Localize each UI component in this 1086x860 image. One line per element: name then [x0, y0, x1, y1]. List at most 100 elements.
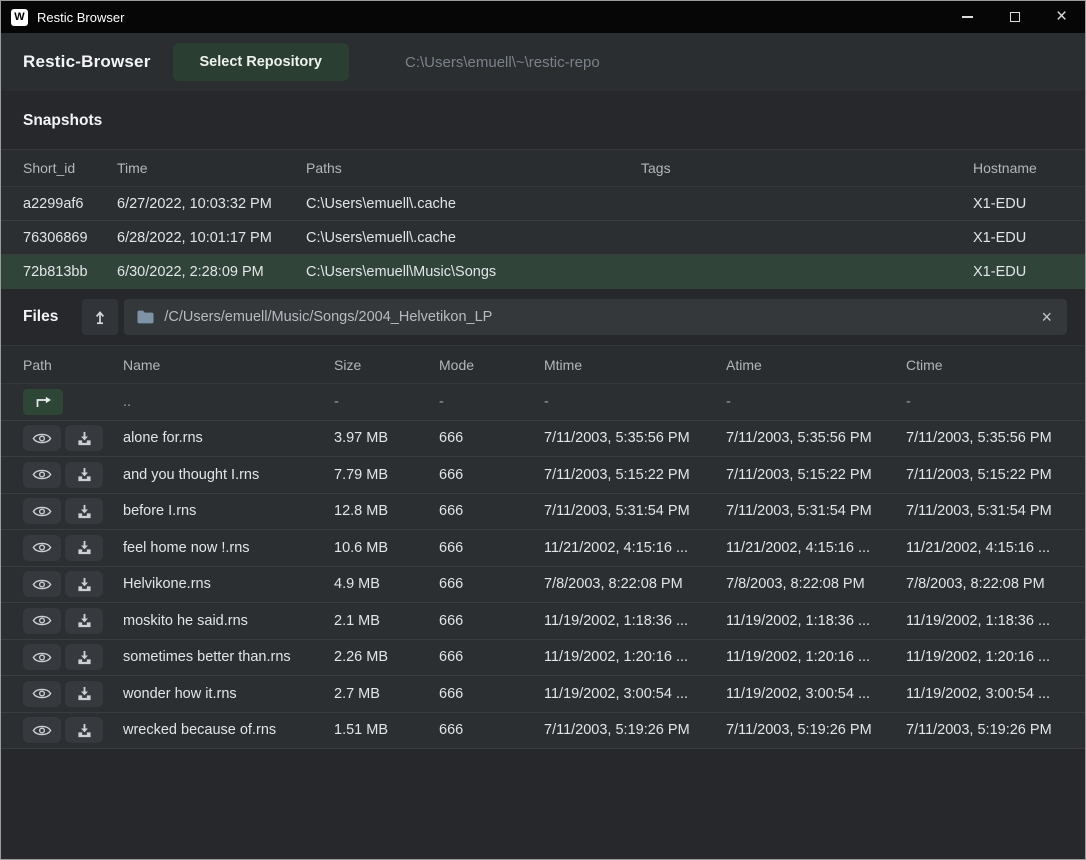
clear-path-button[interactable]: × — [1039, 308, 1054, 326]
file-row[interactable]: feel home now !.rns10.6 MB66611/21/2002,… — [1, 530, 1085, 567]
file-mtime: 11/19/2002, 3:00:54 ... — [544, 686, 726, 702]
preview-file-button[interactable] — [23, 608, 61, 634]
preview-file-button[interactable] — [23, 681, 61, 707]
parent-directory-row[interactable]: .. - - - - - — [1, 384, 1085, 421]
download-icon — [77, 504, 92, 519]
files-table-header: Path Name Size Mode Mtime Atime Ctime — [1, 345, 1085, 384]
file-row[interactable]: wrecked because of.rns1.51 MB666 7/11/200… — [1, 713, 1085, 750]
column-atime: Atime — [726, 357, 906, 373]
file-ctime: 7/11/2003, 5:19:26 PM — [906, 722, 1067, 738]
file-ctime: 11/21/2002, 4:15:16 ... — [906, 540, 1067, 556]
file-name: wrecked because of.rns — [123, 722, 334, 738]
file-size: 2.26 MB — [334, 649, 439, 665]
file-mode: 666 — [439, 722, 544, 738]
preview-file-button[interactable] — [23, 425, 61, 451]
column-hostname: Hostname — [973, 160, 1067, 176]
file-ctime: 11/19/2002, 3:00:54 ... — [906, 686, 1067, 702]
preview-file-button[interactable] — [23, 571, 61, 597]
file-mtime: 7/11/2003, 5:15:22 PM — [544, 467, 726, 483]
eye-icon — [32, 577, 52, 592]
download-file-button[interactable] — [65, 425, 103, 451]
file-atime: 11/19/2002, 3:00:54 ... — [726, 686, 906, 702]
column-path: Path — [23, 357, 123, 373]
file-row[interactable]: Helvikone.rns4.9 MB6667/8/2003, 8:22:08 … — [1, 567, 1085, 604]
download-file-button[interactable] — [65, 608, 103, 634]
maximize-icon — [1010, 12, 1020, 22]
column-paths: Paths — [306, 160, 641, 176]
snapshots-heading: Snapshots — [1, 91, 1085, 149]
column-mode: Mode — [439, 357, 544, 373]
preview-file-button[interactable] — [23, 498, 61, 524]
file-mtime: 11/19/2002, 1:20:16 ... — [544, 649, 726, 665]
download-icon — [77, 723, 92, 738]
eye-icon — [32, 686, 52, 701]
file-mtime: 11/21/2002, 4:15:16 ... — [544, 540, 726, 556]
preview-file-button[interactable] — [23, 644, 61, 670]
app-icon: W — [11, 9, 28, 26]
file-mtime: 7/11/2003, 5:31:54 PM — [544, 503, 726, 519]
current-path-bar[interactable]: /C/Users/emuell/Music/Songs/2004_Helveti… — [124, 299, 1067, 335]
snapshot-paths: C:\Users\emuell\Music\Songs — [306, 264, 641, 280]
file-ctime: 7/11/2003, 5:15:22 PM — [906, 467, 1067, 483]
snapshot-paths: C:\Users\emuell\.cache — [306, 196, 641, 212]
up-arrow-icon — [92, 309, 108, 326]
file-row[interactable]: alone for.rns3.97 MB6667/11/2003, 5:35:5… — [1, 421, 1085, 458]
snapshot-time: 6/30/2022, 2:28:09 PM — [117, 264, 306, 280]
file-row[interactable]: before I.rns12.8 MB6667/11/2003, 5:31:54… — [1, 494, 1085, 531]
file-row[interactable]: wonder how it.rns2.7 MB66611/19/2002, 3:… — [1, 676, 1085, 713]
file-atime: 7/11/2003, 5:19:26 PM — [726, 722, 906, 738]
download-file-button[interactable] — [65, 571, 103, 597]
clear-icon: × — [1041, 307, 1052, 327]
file-row[interactable]: moskito he said.rns2.1 MB66611/19/2002, … — [1, 603, 1085, 640]
eye-icon — [32, 431, 52, 446]
download-file-button[interactable] — [65, 498, 103, 524]
app-window: W Restic Browser × Restic-Browser Select… — [0, 0, 1086, 860]
file-mtime: - — [544, 394, 726, 410]
minimize-button[interactable] — [944, 1, 991, 33]
snapshot-hostname: X1-EDU — [973, 264, 1067, 280]
empty-area — [1, 749, 1085, 859]
snapshot-row-selected[interactable]: 72b813bb 6/30/2022, 2:28:09 PM C:\Users\… — [1, 255, 1085, 289]
download-file-button[interactable] — [65, 535, 103, 561]
file-size: 1.51 MB — [334, 722, 439, 738]
file-atime: 7/11/2003, 5:31:54 PM — [726, 503, 906, 519]
download-file-button[interactable] — [65, 717, 103, 743]
download-file-button[interactable] — [65, 644, 103, 670]
download-file-button[interactable] — [65, 462, 103, 488]
file-row[interactable]: and you thought I.rns7.79 MB6667/11/2003… — [1, 457, 1085, 494]
close-button[interactable]: × — [1038, 1, 1085, 33]
file-mode: 666 — [439, 503, 544, 519]
column-mtime: Mtime — [544, 357, 726, 373]
file-ctime: 7/11/2003, 5:35:56 PM — [906, 430, 1067, 446]
app-title: Restic-Browser — [23, 52, 151, 72]
return-arrow-icon — [33, 395, 53, 409]
eye-icon — [32, 650, 52, 665]
file-name: feel home now !.rns — [123, 540, 334, 556]
preview-file-button[interactable] — [23, 717, 61, 743]
preview-file-button[interactable] — [23, 462, 61, 488]
file-ctime: 11/19/2002, 1:18:36 ... — [906, 613, 1067, 629]
file-mode: 666 — [439, 430, 544, 446]
file-atime: 7/11/2003, 5:15:22 PM — [726, 467, 906, 483]
file-name: moskito he said.rns — [123, 613, 334, 629]
maximize-button[interactable] — [991, 1, 1038, 33]
snapshot-row[interactable]: a2299af6 6/27/2022, 10:03:32 PM C:\Users… — [1, 187, 1085, 221]
preview-file-button[interactable] — [23, 535, 61, 561]
download-icon — [77, 686, 92, 701]
file-mode: 666 — [439, 467, 544, 483]
select-repository-button[interactable]: Select Repository — [173, 43, 350, 81]
column-size: Size — [334, 357, 439, 373]
download-file-button[interactable] — [65, 681, 103, 707]
download-icon — [77, 540, 92, 555]
file-row[interactable]: sometimes better than.rns2.26 MB66611/19… — [1, 640, 1085, 677]
parent-directory-button[interactable] — [23, 389, 63, 415]
download-icon — [77, 467, 92, 482]
titlebar: W Restic Browser × — [1, 1, 1085, 33]
eye-icon — [32, 613, 52, 628]
eye-icon — [32, 723, 52, 738]
snapshot-row[interactable]: 76306869 6/28/2022, 10:01:17 PM C:\Users… — [1, 221, 1085, 255]
file-mode: - — [439, 394, 544, 410]
go-up-button[interactable] — [82, 299, 118, 335]
file-name: Helvikone.rns — [123, 576, 334, 592]
column-tags: Tags — [641, 160, 973, 176]
